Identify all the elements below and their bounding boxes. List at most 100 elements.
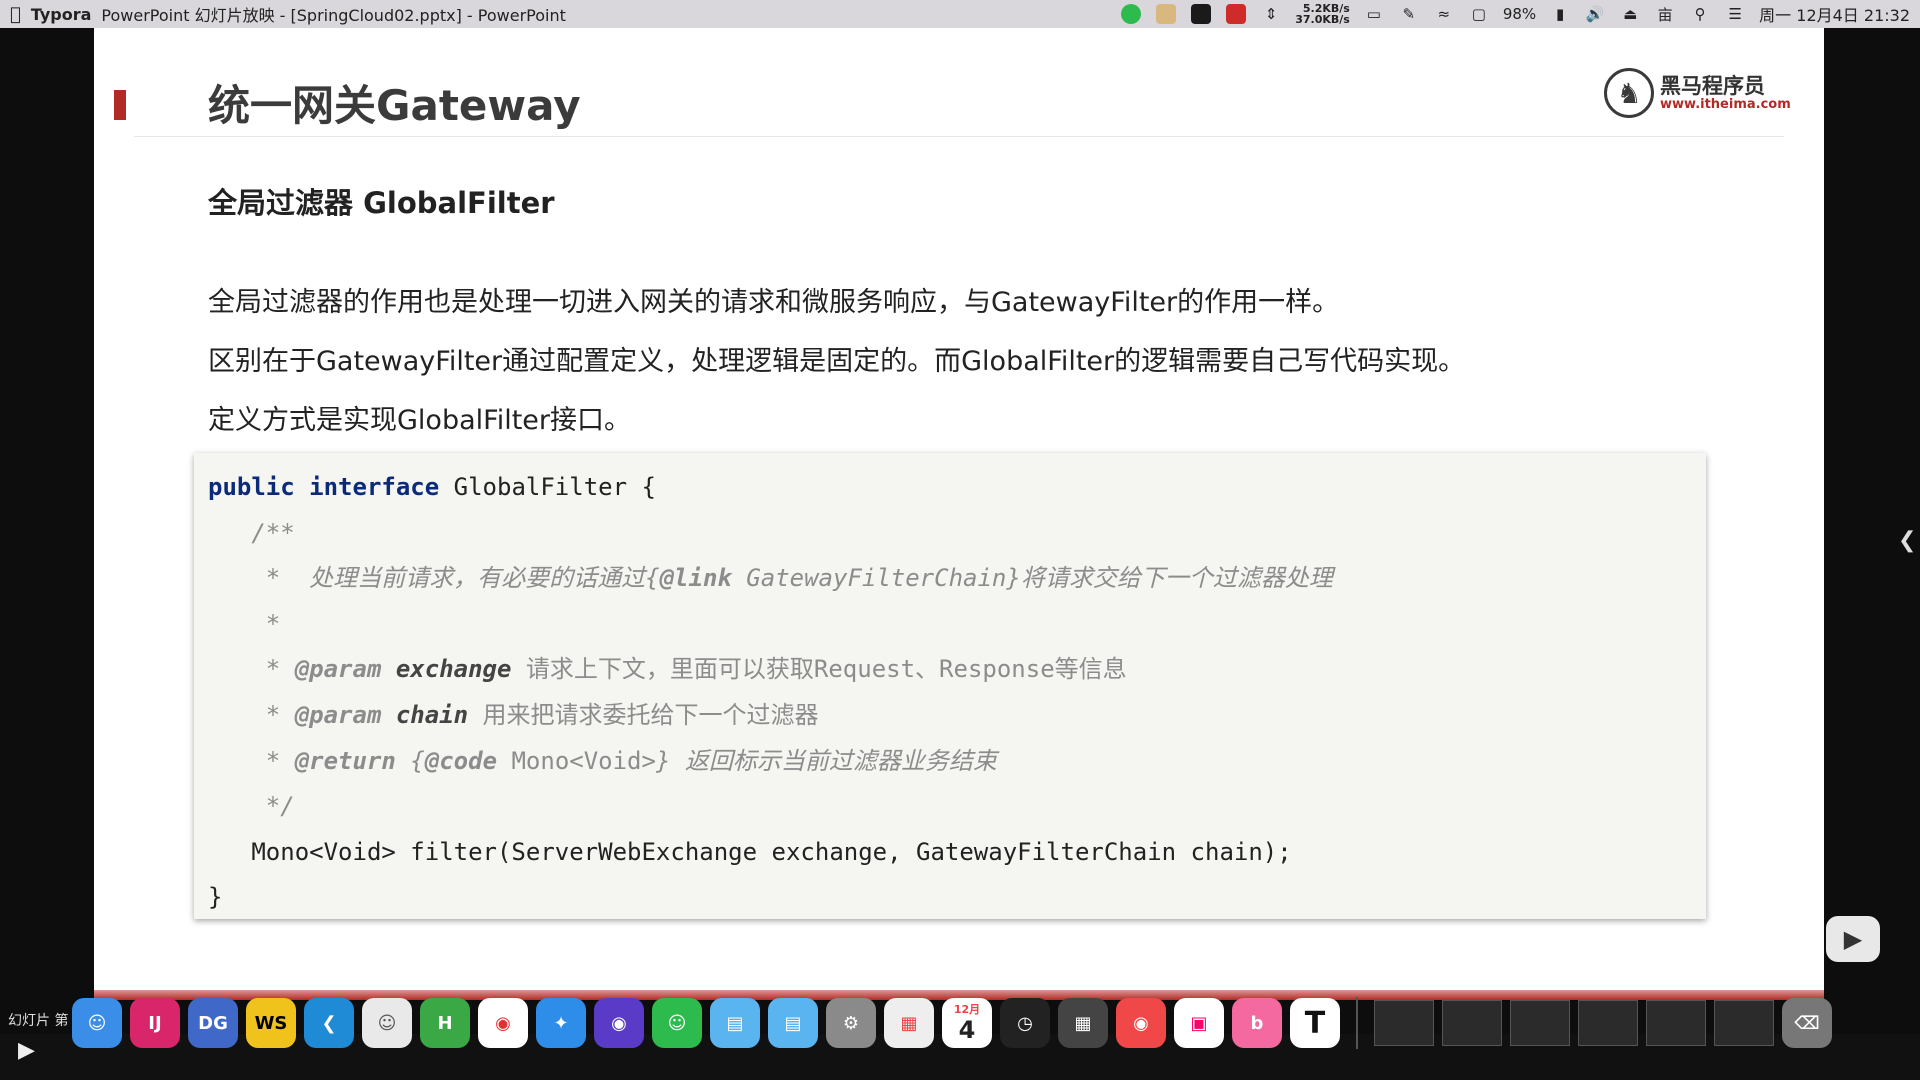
wifi-icon[interactable]: ≈ (1433, 4, 1455, 24)
minimized-window-thumbnail[interactable] (1374, 1000, 1434, 1046)
eject-icon[interactable]: ⏏ (1619, 4, 1641, 24)
hbuilder-icon[interactable]: H (420, 998, 470, 1048)
youdao-tray-icon[interactable] (1225, 4, 1247, 24)
logo-name: 黑马程序员 (1660, 74, 1765, 98)
paragraph-3: 定义方式是实现GlobalFilter接口。 (208, 405, 631, 436)
screen-mirror-icon[interactable]: ▢ (1468, 4, 1490, 24)
intellij-idea-icon[interactable]: IJ (130, 998, 180, 1048)
slide-title: 统一网关Gateway (208, 81, 581, 130)
code-doc-tag-link: @link (659, 564, 732, 593)
code-doc-text: } 返回标示当前过滤器业务结束 (655, 746, 997, 775)
network-speed[interactable]: 5.2KB/s 37.0KB/s (1295, 3, 1350, 25)
launchpad-icon[interactable]: ▦ (884, 998, 934, 1048)
code-doc-text: * (208, 655, 295, 684)
volume-icon[interactable]: 🔊 (1584, 4, 1606, 24)
vscode-icon[interactable]: ❮ (304, 998, 354, 1048)
logo-url: www.itheima.com (1660, 97, 1791, 112)
chrome-icon[interactable]: ◉ (478, 998, 528, 1048)
code-declaration-rest: GlobalFilter { (439, 473, 656, 501)
code-doc-text: 请求上下文，里面可以获取Request、Response等信息 (511, 655, 1127, 684)
slide: 统一网关Gateway ♞ 黑马程序员 www.itheima.com 全局过滤… (94, 28, 1824, 1000)
chat-bubble-icon[interactable]: ☺ (362, 998, 412, 1048)
nvidia-tray-icon[interactable] (1190, 4, 1212, 24)
menu-bar:  Typora PowerPoint 幻灯片放映 - [SpringCloud… (0, 0, 1920, 28)
display-icon[interactable]: ▭ (1363, 4, 1385, 24)
horse-logo-icon: ♞ (1604, 68, 1654, 118)
finder-icon[interactable]: ☺ (72, 998, 122, 1048)
code-keyword-interface: interface (309, 473, 440, 501)
app-name[interactable]: Typora (31, 5, 92, 24)
input-method-icon[interactable]: 亩 (1654, 4, 1676, 24)
clock-app-icon[interactable]: ◷ (1000, 998, 1050, 1048)
section-subtitle: 全局过滤器 GlobalFilter (208, 186, 555, 220)
search-icon[interactable]: ⚲ (1689, 4, 1711, 24)
siri-icon[interactable]: ◉ (594, 998, 644, 1048)
dock: ☺ IJ DG WS ❮ ☺ H ◉ ✦ ◉ ☺ ▤ ▤ ⚙ ▦ 12月 4 ◷… (70, 990, 1832, 1056)
music-app-icon[interactable]: ◉ (1116, 998, 1166, 1048)
code-doc-param-name: exchange (381, 655, 512, 684)
wechat-icon[interactable]: ☺ (652, 998, 702, 1048)
folder-icon[interactable]: ▤ (710, 998, 760, 1048)
safari-icon[interactable]: ✦ (536, 998, 586, 1048)
minimized-window-thumbnail[interactable] (1510, 1000, 1570, 1046)
code-doc-text: { (395, 746, 425, 775)
code-doc-line-1: * 处理当前请求，有必要的话通过{@link GatewayFilterChai… (208, 556, 1333, 602)
minimized-window-thumbnail[interactable] (1442, 1000, 1502, 1046)
apple-icon[interactable]:  (10, 4, 21, 25)
paragraph-1: 全局过滤器的作用也是处理一切进入网关的请求和微服务响应，与GatewayFilt… (208, 287, 1340, 318)
code-doc-type: Mono<Void> (497, 746, 656, 775)
clock[interactable]: 周一 12月4日 21:32 (1759, 2, 1910, 26)
trash-icon[interactable]: ⌫ (1782, 998, 1832, 1048)
battery-icon[interactable]: ▮ (1549, 4, 1571, 24)
code-doc-param-chain: * @param chain 用来把请求委托给下一个过滤器 (208, 693, 1333, 739)
video-play-button[interactable]: ▶ (1826, 916, 1880, 962)
calendar-icon[interactable]: 12月 4 (942, 998, 992, 1048)
code-doc-text: * 处理当前请求，有必要的话通过{ (208, 564, 660, 593)
code-keyword-public: public (208, 473, 295, 501)
battery-percent: 98% (1502, 5, 1537, 23)
minimized-window-thumbnail[interactable] (1714, 1000, 1774, 1046)
network-download-speed: 37.0KB/s (1295, 13, 1350, 26)
code-doc-text: 用来把请求委托给下一个过滤器 (468, 700, 819, 729)
bilibili-icon[interactable]: b (1232, 998, 1282, 1048)
calculator-icon[interactable]: ▦ (1058, 998, 1108, 1048)
code-doc-tag-param: @param (294, 700, 382, 729)
code-method-signature: Mono<Void> filter(ServerWebExchange exch… (208, 837, 1292, 866)
folder-icon[interactable]: ▤ (768, 998, 818, 1048)
network-speed-arrows-icon: ⇕ (1264, 5, 1278, 23)
minimized-window-thumbnail[interactable] (1578, 1000, 1638, 1046)
wechat-tray-icon[interactable] (1120, 4, 1142, 24)
code-doc-tag-code: @code (424, 746, 498, 775)
cat-tray-icon[interactable] (1155, 4, 1177, 24)
system-preferences-icon[interactable]: ⚙ (826, 998, 876, 1048)
pen-icon[interactable]: ✎ (1398, 4, 1420, 24)
code-doc-text: * (208, 700, 295, 729)
tv-app-icon[interactable]: ▣ (1174, 998, 1224, 1048)
title-divider (134, 136, 1784, 137)
itheima-logo: ♞ 黑马程序员 www.itheima.com (1604, 68, 1791, 118)
code-doc-text: * (208, 746, 295, 775)
code-doc-param-exchange: * @param exchange 请求上下文，里面可以获取Request、Re… (208, 647, 1333, 693)
window-title: PowerPoint 幻灯片放映 - [SpringCloud02.pptx] … (90, 6, 566, 25)
chevron-left-icon[interactable]: ❮ (1898, 528, 1916, 553)
calendar-day: 4 (958, 1016, 976, 1044)
code-doc-close: */ (208, 792, 295, 821)
code-doc-tag-return: @return (294, 746, 396, 775)
code-doc-open: /** (208, 518, 295, 547)
code-line-declaration: public interface GlobalFilter { (208, 465, 1333, 511)
code-block: public interface GlobalFilter { /** * 处理… (194, 453, 1706, 919)
control-center-icon[interactable]: ☰ (1724, 4, 1746, 24)
slideshow-play-icon[interactable]: ▶ (18, 1038, 35, 1063)
datagrip-icon[interactable]: DG (188, 998, 238, 1048)
code-closing-brace: } (208, 883, 223, 912)
minimized-window-thumbnail[interactable] (1646, 1000, 1706, 1046)
code-doc-return: * @return {@code Mono<Void>} 返回标示当前过滤器业务… (208, 739, 1333, 785)
code-doc-text: GatewayFilterChain}将请求交给下一个过滤器处理 (731, 564, 1333, 593)
title-accent-bar (114, 90, 126, 120)
code-doc-star: * (208, 609, 281, 638)
webstorm-icon[interactable]: WS (246, 998, 296, 1048)
typora-icon[interactable]: T (1290, 998, 1340, 1048)
slide-counter-label: 幻灯片 第 (8, 1013, 69, 1029)
dock-separator (1356, 997, 1358, 1049)
code-doc-param-name: chain (381, 700, 469, 729)
